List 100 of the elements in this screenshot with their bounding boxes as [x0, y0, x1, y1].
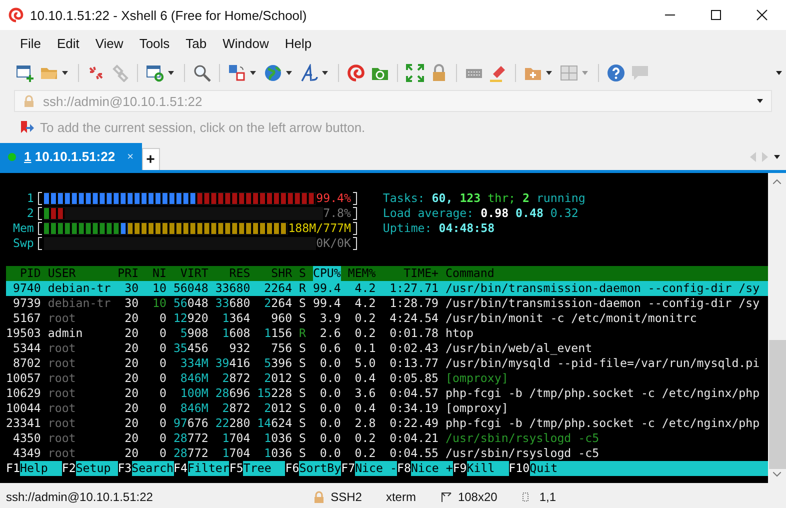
menu-item[interactable]: Window: [214, 36, 277, 51]
squares-icon[interactable]: [228, 64, 246, 82]
function-key: F8: [396, 461, 411, 476]
nice-cell-text: 0: [158, 446, 166, 461]
caret-icon[interactable]: [168, 70, 174, 74]
pid-cell: 10044: [6, 401, 41, 416]
memory-percent-cell-text: 0.1: [354, 341, 376, 356]
caret-icon[interactable]: [776, 70, 782, 74]
meter-reading: 99.4%: [316, 191, 352, 206]
process-row[interactable]: 19503 admin 20 0 5908 1608 1156 R 2.6 0.2 0:01.78 htop: [6, 326, 768, 341]
nice-cell-text: 0: [158, 416, 166, 431]
caret-icon[interactable]: [250, 70, 256, 74]
help-icon[interactable]: [607, 64, 625, 82]
virtual-memory-cell: 97676: [173, 416, 208, 431]
resident-memory-cell-text: 1704: [221, 431, 250, 446]
function-key-button[interactable]: Filter: [188, 461, 230, 476]
function-key-button[interactable]: Kill: [466, 461, 509, 476]
close-icon[interactable]: [756, 9, 768, 21]
time-cell-text: 0:05.85: [388, 371, 439, 386]
process-row[interactable]: 4350 root 20 0 28772 1704 1036 S 0.0 0.2 0:04.21 /usr/sbin/rsyslogd -c5: [6, 431, 768, 446]
state-cell: S: [299, 416, 306, 431]
menu-item[interactable]: Help: [276, 36, 320, 51]
virtual-memory-cell: 35456: [173, 341, 208, 356]
function-key-button[interactable]: SortBy: [299, 461, 342, 476]
new-window-icon[interactable]: [16, 64, 34, 82]
search-icon[interactable]: [193, 64, 211, 82]
spiral-logo-icon: [8, 7, 24, 23]
command-cell-text: php-fcgi -b /tmp/php.socket -c /etc/nginx/php: [446, 386, 761, 401]
virtual-memory-cell: 56048: [173, 296, 208, 311]
spiral-icon[interactable]: [347, 64, 365, 82]
scrollbar-thumb[interactable]: [768, 340, 786, 469]
process-row[interactable]: 8702 root 20 0 334M 39416 5396 S 0.0 5.0 0:13.77 /usr/bin/mysqld --pid-file=/var/run/mysqld.pi: [6, 356, 768, 371]
process-row[interactable]: 5167 root 20 0 12920 1364 960 S 3.9 0.2 4:24.54 /usr/bin/monit -c /etc/monit/monitrc: [6, 311, 768, 326]
maximize-icon[interactable]: [710, 9, 722, 21]
state-cell: S: [299, 431, 306, 446]
priority-cell-text: 20: [124, 311, 139, 326]
caret-icon[interactable]: [62, 70, 68, 74]
process-row[interactable]: 4349 root 20 0 28772 1704 1036 S 0.0 0.2 0:04.55 /usr/sbin/rsyslogd -c5: [6, 446, 768, 461]
font-icon[interactable]: [300, 64, 318, 82]
command-cell-text: /usr/bin/transmission-daemon --config-dir /sy: [446, 296, 761, 311]
function-key-button[interactable]: Nice -: [355, 461, 397, 476]
globe-icon[interactable]: [264, 64, 282, 82]
process-row[interactable]: 23341 root 20 0 97676 22280 14624 S 0.0 2.8 0:22.49 php-fcgi -b /tmp/php.socket -c /etc/nginx/php: [6, 416, 768, 431]
memory-percent-cell-text: 2.8: [354, 416, 376, 431]
fullscreen-icon[interactable]: [406, 64, 424, 82]
column-header[interactable]: CPU%: [312, 266, 341, 281]
highlighter-icon[interactable]: [489, 64, 507, 82]
meter-label: 1: [26, 191, 34, 206]
bookmark-arrow-icon[interactable]: [20, 120, 34, 134]
lock-icon[interactable]: [430, 64, 448, 82]
scrollbar[interactable]: [768, 173, 786, 483]
connected-dot-icon: [8, 152, 16, 160]
menu-item[interactable]: View: [87, 36, 132, 51]
state-cell: S: [299, 386, 306, 401]
state-cell: S: [299, 341, 306, 356]
function-key-button[interactable]: Search: [132, 461, 174, 476]
resident-memory-cell: 33680: [215, 296, 250, 311]
process-row[interactable]: 9740 debian-tr 30 10 56048 33680 2264 R 99.4 4.2 1:27.71 /usr/bin/transmission-daemon --config-dir /sy: [6, 281, 768, 296]
cpu-percent-cell-text: 0.6: [318, 341, 341, 356]
function-key-button[interactable]: Setup: [76, 461, 118, 476]
status-text: thr;: [488, 191, 516, 206]
caret-icon[interactable]: [286, 70, 292, 74]
process-row[interactable]: 10629 root 20 0 100M 28696 15228 S 0.0 3.6 0:04.57 php-fcgi -b /tmp/php.socket -c /etc/nginx/php: [6, 386, 768, 401]
command-cell-text: php-fcgi -b /tmp/php.socket -c /etc/nginx/php: [446, 416, 761, 431]
menu-item[interactable]: Tab: [178, 36, 215, 51]
time-cell-text: 0:13.77: [388, 356, 439, 371]
menu-item[interactable]: File: [12, 36, 49, 51]
new-tab-button[interactable]: +: [142, 148, 160, 170]
caret-icon[interactable]: [757, 99, 763, 103]
caret-icon[interactable]: [774, 154, 780, 158]
caret-icon[interactable]: [322, 70, 328, 74]
user-cell-text: root: [48, 446, 77, 461]
time-cell-text: 1:28.79: [388, 296, 439, 311]
memory-percent-cell-text: 0.2: [354, 431, 376, 446]
process-row[interactable]: 10044 root 20 0 846M 2872 2012 S 0.0 0.4 0:34.19 [omproxy]: [6, 401, 768, 416]
scroll-down-icon[interactable]: [773, 472, 781, 477]
cpu-percent-cell: 99.4: [312, 281, 341, 296]
function-key-button[interactable]: Nice +: [410, 461, 453, 476]
caret-icon[interactable]: [546, 70, 552, 74]
function-key-button[interactable]: Tree: [243, 461, 286, 476]
shared-memory-cell-text: 1036: [263, 431, 292, 446]
shared-memory-cell-text: 5396: [263, 356, 292, 371]
function-key-button[interactable]: Help: [20, 461, 62, 476]
session-tab[interactable]: 1 10.10.1.51:22 ×: [0, 143, 142, 170]
process-row[interactable]: 5344 root 20 0 35456 932 756 S 0.6 0.1 0:02.43 /usr/bin/web/al_event: [6, 341, 768, 356]
shared-memory-cell-text: 2264: [263, 281, 292, 296]
user-cell-text: root: [48, 341, 77, 356]
status-size: 108x20: [458, 490, 498, 504]
process-row[interactable]: 10057 root 20 0 846M 2872 2012 S 0.0 0.4 0:05.85 [omproxy]: [6, 371, 768, 386]
memory-percent-cell-text: 0.2: [354, 326, 376, 341]
function-key-button[interactable]: Quit: [530, 461, 768, 476]
scroll-up-icon[interactable]: [773, 179, 781, 184]
state-cell: S: [299, 446, 306, 461]
menu-item[interactable]: Edit: [48, 36, 88, 51]
cpu-percent-cell-text: 0.0: [318, 401, 341, 416]
menu-item[interactable]: Tools: [131, 36, 178, 51]
function-key: F10: [508, 461, 530, 476]
memory-percent-cell-text: 0.2: [354, 311, 376, 326]
process-row[interactable]: 9739 debian-tr 30 10 56048 33680 2264 S 99.4 4.2 1:28.79 /usr/bin/transmission-daemon --config-dir /sy: [6, 296, 768, 311]
function-key: F3: [118, 461, 132, 476]
